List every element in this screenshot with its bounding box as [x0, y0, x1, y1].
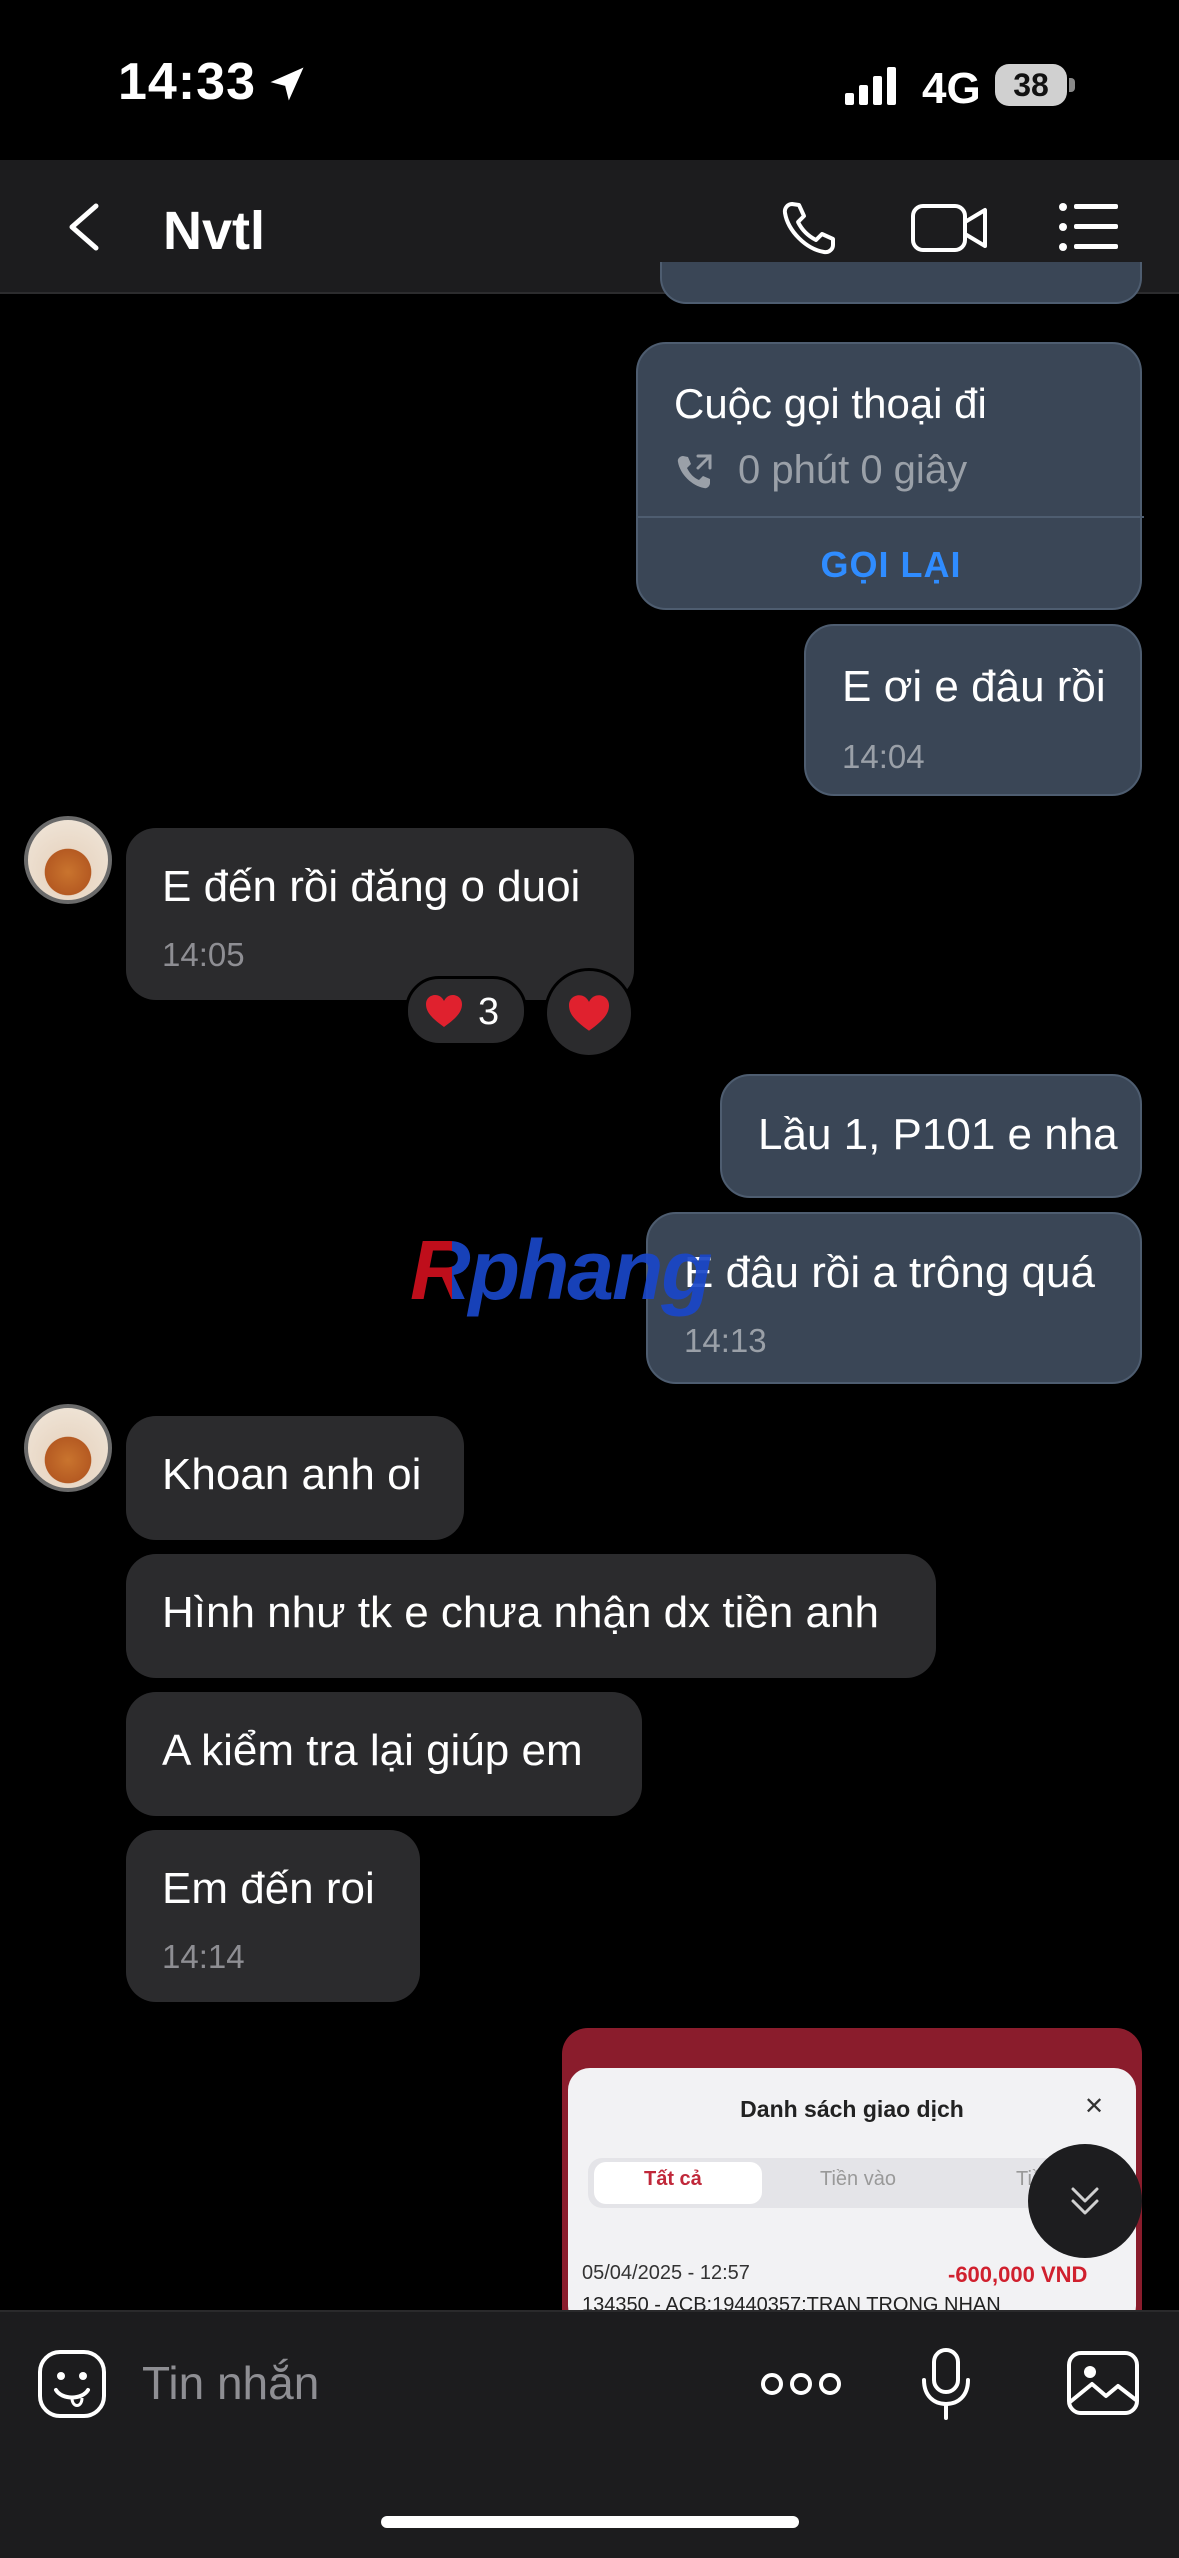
message-text: Lầu 1, P101 e nha [758, 1110, 1118, 1159]
message-time: 14:14 [162, 1938, 245, 1975]
heart-icon [426, 995, 462, 1027]
close-icon: ✕ [1084, 2093, 1105, 2120]
message-text: E đâu rồi a trông quá [684, 1248, 1095, 1297]
network-type: 4G [922, 64, 981, 113]
watermark-logo: Rphang [410, 1223, 713, 1317]
battery-indicator: 38 [995, 64, 1075, 108]
status-time: 14:33 [118, 53, 256, 111]
menu-list-icon[interactable] [1058, 200, 1120, 254]
location-arrow-icon [270, 67, 304, 101]
transaction-list-title: Danh sách giao dịch [740, 2096, 964, 2122]
message-bubble-incoming[interactable]: E đến rồi đăng o duoi 14:05 [126, 828, 634, 1000]
message-input-field[interactable]: Tin nhắn [142, 2356, 319, 2410]
battery-level: 38 [1013, 67, 1049, 103]
home-indicator [381, 2516, 799, 2528]
message-bubble-outgoing[interactable]: E ơi e đâu rồi 14:04 [804, 624, 1142, 796]
conversation-title[interactable]: Nvtl [163, 200, 265, 262]
message-bubble-incoming[interactable]: Em đến roi 14:14 [126, 1830, 420, 2002]
message-bubble-incoming[interactable]: A kiểm tra lại giúp em [126, 1692, 642, 1816]
double-chevron-down-icon [1071, 2187, 1099, 2215]
outgoing-call-card[interactable]: Cuộc gọi thoại đi 0 phút 0 giây GỌI LẠI [636, 342, 1144, 610]
transaction-date: 05/04/2025 - 12:57 [582, 2262, 750, 2284]
tab-all: Tất cả [644, 2168, 702, 2190]
transaction-amount: -600,000 VND [948, 2262, 1088, 2287]
outgoing-call-icon [677, 454, 712, 489]
call-back-button[interactable]: GỌI LẠI [638, 544, 1144, 586]
reaction-summary[interactable]: 3 [405, 976, 527, 1046]
microphone-icon[interactable] [918, 2346, 974, 2422]
contact-avatar[interactable] [24, 816, 112, 904]
scroll-to-bottom-button[interactable] [1028, 2144, 1142, 2258]
call-card-title: Cuộc gọi thoại đi [674, 380, 987, 427]
call-duration: 0 phút 0 giây [738, 448, 968, 492]
message-text: E ơi e đâu rồi [842, 662, 1106, 711]
message-bubble-incoming[interactable]: Khoan anh oi [126, 1416, 464, 1540]
heart-icon [569, 995, 609, 1031]
phone-icon[interactable] [778, 198, 842, 258]
message-bubble-outgoing[interactable]: E đâu rồi a trông quá 14:13 [646, 1212, 1142, 1384]
message-text: A kiểm tra lại giúp em [162, 1726, 583, 1775]
message-text: Em đến roi [162, 1864, 375, 1913]
call-card-divider [638, 516, 1144, 518]
contact-avatar[interactable] [24, 1404, 112, 1492]
message-time: 14:13 [684, 1322, 767, 1359]
video-call-icon[interactable] [910, 200, 988, 256]
emoji-sticker-icon[interactable] [36, 2348, 108, 2420]
message-time: 14:05 [162, 936, 245, 973]
previous-message-bubble[interactable] [660, 262, 1142, 304]
message-bubble-outgoing[interactable]: Lầu 1, P101 e nha [720, 1074, 1142, 1198]
message-text: Hình như tk e chưa nhận dx tiền anh [162, 1588, 879, 1637]
message-time: 14:04 [842, 738, 925, 775]
message-bubble-incoming[interactable]: Hình như tk e chưa nhận dx tiền anh [126, 1554, 936, 1678]
message-text: Khoan anh oi [162, 1450, 422, 1499]
tab-incoming: Tiền vào [820, 2168, 896, 2190]
back-arrow-icon[interactable] [60, 200, 112, 254]
cellular-signal-icon [845, 67, 896, 105]
message-text: E đến rồi đăng o duoi [162, 862, 581, 911]
image-gallery-icon[interactable] [1066, 2350, 1140, 2416]
more-options-icon[interactable] [760, 2364, 842, 2404]
add-reaction-button[interactable] [544, 968, 634, 1058]
reaction-count: 3 [478, 991, 500, 1033]
